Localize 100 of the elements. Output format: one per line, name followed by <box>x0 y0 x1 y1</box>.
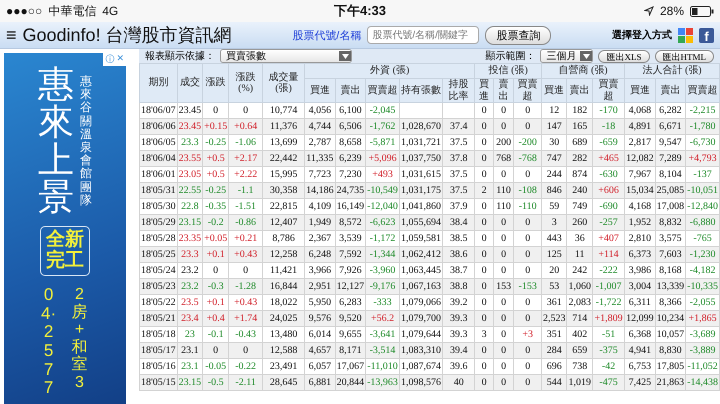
table-cell: -1,230 <box>686 246 720 262</box>
table-cell: 1,060 <box>566 278 592 294</box>
table-cell: -0.3 <box>202 278 229 294</box>
stock-search-button[interactable]: 股票查詢 <box>485 26 552 44</box>
battery-percentage: 28% <box>660 4 684 18</box>
table-cell: +1,865 <box>686 310 720 326</box>
table-cell: 28,645 <box>262 374 305 390</box>
table-cell: 714 <box>566 310 592 326</box>
table-cell: -1,762 <box>366 118 400 134</box>
table-cell: 165 <box>566 118 592 134</box>
table-cell: -9,176 <box>366 278 400 294</box>
table-cell: +0.64 <box>228 118 263 134</box>
table-cell: 18'05/21 <box>140 310 178 326</box>
table-cell: 282 <box>566 150 592 166</box>
table-cell: -108 <box>514 182 542 198</box>
table-cell: 1,952 <box>624 214 656 230</box>
caret-icon <box>342 54 348 58</box>
group-header: 投信 (張) <box>474 64 542 78</box>
table-cell: 147 <box>541 118 567 134</box>
table-cell: -3,889 <box>686 342 720 358</box>
table-cell: 22,442 <box>262 150 305 166</box>
table-cell: -6,623 <box>366 214 400 230</box>
stock-code-link[interactable]: 股票代號/名稱 <box>292 28 362 42</box>
table-cell: 6,881 <box>304 374 336 390</box>
ad-info-icon[interactable]: ⓘ <box>105 53 114 66</box>
table-cell: +2.17 <box>228 150 263 166</box>
network-type: 4G <box>102 4 118 18</box>
table-cell: +4,793 <box>686 150 720 166</box>
table-cell: 7,603 <box>655 246 686 262</box>
table-cell: -1,007 <box>592 278 625 294</box>
table-cell: 23.55 <box>177 150 203 166</box>
report-basis-dropdown[interactable]: 買賣張數 <box>220 49 352 63</box>
column-header: 賣出 <box>655 78 686 102</box>
login-method-label: 選擇登入方式 <box>612 28 672 42</box>
ad-subtitle: 惠來谷關溫泉會館團隊 <box>80 75 92 207</box>
table-cell: -375 <box>592 342 625 358</box>
export-button[interactable]: 匯出HTML <box>654 50 714 62</box>
table-cell: 1,098,576 <box>399 374 442 390</box>
table-cell: 18'05/31 <box>140 182 178 198</box>
table-cell: 25,085 <box>655 182 686 198</box>
table-cell: 20,844 <box>335 374 366 390</box>
table-cell: 15,034 <box>624 182 656 198</box>
table-cell: -1,780 <box>686 118 720 134</box>
table-cell: 11,376 <box>262 118 305 134</box>
report-basis-label: 報表顯示依據： <box>145 50 215 63</box>
table-cell: 846 <box>541 182 567 198</box>
table-cell: +0.4 <box>202 310 229 326</box>
table-cell: 6,671 <box>655 118 686 134</box>
facebook-login-icon[interactable]: f <box>698 28 714 42</box>
table-cell: 14,186 <box>304 182 336 198</box>
table-cell: 8,572 <box>335 214 366 230</box>
column-header: 成交量 (張) <box>262 64 305 102</box>
export-button[interactable]: 匯出XLS <box>598 50 650 62</box>
search-field[interactable]: 股票代號/名稱/關鍵字 <box>367 26 480 44</box>
table-cell: 8,171 <box>335 342 366 358</box>
clock-time: 下午4:33 <box>334 2 386 20</box>
table-cell: 18'05/25 <box>140 246 178 262</box>
column-header: 買賣超 <box>592 78 625 102</box>
table-cell: 38.8 <box>442 278 475 294</box>
column-header: 持有張數 <box>399 78 442 102</box>
table-cell: +1,809 <box>592 310 625 326</box>
table-cell: 38.4 <box>442 214 475 230</box>
table-cell: 240 <box>566 182 592 198</box>
table-cell: -1,344 <box>366 246 400 262</box>
table-cell: 1,079,700 <box>399 310 442 326</box>
column-header: 買賣超 <box>514 78 542 102</box>
table-cell: 747 <box>541 150 567 166</box>
table-cell: -10,549 <box>366 182 400 198</box>
table-cell: 23.45 <box>177 118 203 134</box>
table-cell: -14,438 <box>686 374 720 390</box>
table-cell: 125 <box>541 246 567 262</box>
table-cell: 1,949 <box>304 214 336 230</box>
group-header: 自營商 (張) <box>541 64 625 78</box>
site-title[interactable]: Goodinfo! 台灣股市資訊網 <box>22 23 232 47</box>
google-login-icon[interactable] <box>678 28 693 42</box>
table-cell: +0.43 <box>228 246 263 262</box>
column-header: 成交 <box>177 64 203 102</box>
table-cell: 24,025 <box>262 310 305 326</box>
table-cell: 24,735 <box>335 182 366 198</box>
table-cell: +1.74 <box>228 310 263 326</box>
table-cell: -0.2 <box>202 214 229 230</box>
table-cell: 18'06/04 <box>140 150 178 166</box>
table-cell: 7,289 <box>655 150 686 166</box>
column-header: 漲跌 (%) <box>228 64 263 102</box>
range-dropdown[interactable]: 三個月 <box>540 49 594 63</box>
table-cell: 40 <box>442 374 475 390</box>
table-cell: 23.2 <box>177 278 203 294</box>
ad-phone: 04·2577 <box>40 286 58 398</box>
column-header: 買進 <box>304 78 336 102</box>
table-cell: -768 <box>514 150 542 166</box>
table-cell: 37.5 <box>442 182 475 198</box>
table-cell: 18'05/17 <box>140 342 178 358</box>
table-cell: 0 <box>228 342 263 358</box>
table-cell: 4,744 <box>304 118 336 134</box>
table-cell: 0 <box>514 342 542 358</box>
table-cell: 23.3 <box>177 246 203 262</box>
column-header: 買賣超 <box>366 78 400 102</box>
menu-button[interactable]: ≡ <box>6 24 17 46</box>
column-header: 買進 <box>541 78 567 102</box>
table-cell: -10,335 <box>686 278 720 294</box>
